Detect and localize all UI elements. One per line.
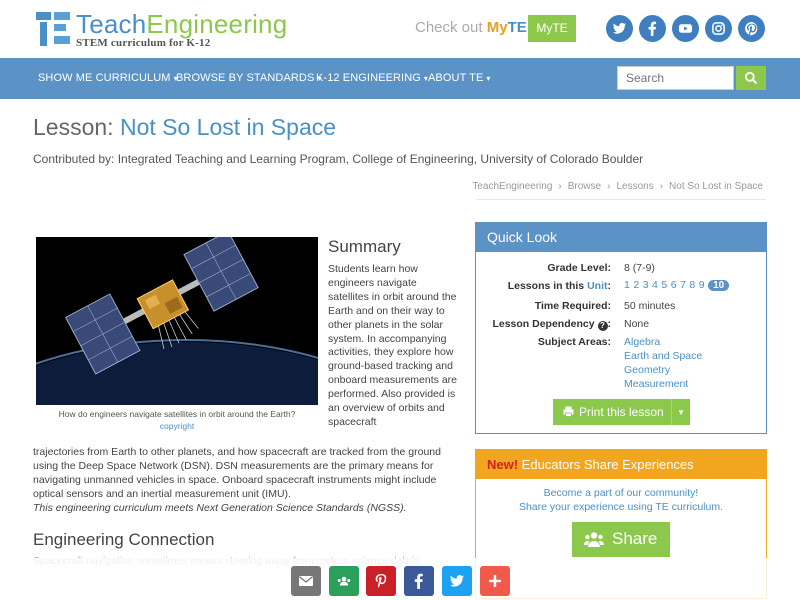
teachengineering-logo[interactable]: TeachEngineering STEM curriculum for K-1…: [36, 9, 296, 50]
instagram-icon[interactable]: [705, 15, 732, 42]
search-button[interactable]: [736, 66, 766, 90]
twitter-share-button[interactable]: [442, 566, 472, 596]
main-nav: SHOW ME CURRICULUM ▾ BROWSE BY STANDARDS ▾…: [0, 58, 800, 99]
te-logo-icon: [36, 12, 70, 46]
pinterest-share-button[interactable]: [366, 566, 396, 596]
grade-level-label: Grade Level:: [547, 262, 611, 274]
summary-heading: Summary: [328, 237, 401, 256]
twitter-icon[interactable]: [606, 15, 633, 42]
facebook-icon: [414, 573, 423, 589]
share-button[interactable]: Share: [572, 522, 670, 557]
pinterest-icon: [375, 574, 387, 588]
lesson-link-1[interactable]: 1: [624, 279, 630, 291]
site-header: TeachEngineering STEM curriculum for K-1…: [0, 0, 800, 58]
logo-wordmark: TeachEngineering: [76, 9, 288, 39]
subject-geometry[interactable]: Geometry: [624, 364, 670, 376]
nav-about-te[interactable]: ABOUT TE ▾: [428, 72, 491, 84]
search-icon: [744, 71, 758, 85]
chevron-down-icon: ▾: [486, 74, 491, 83]
nav-show-me-curriculum[interactable]: SHOW ME CURRICULUM ▾: [38, 72, 178, 84]
quick-look-heading: Quick Look: [476, 223, 766, 252]
unit-link[interactable]: Unit: [587, 280, 607, 292]
google-classroom-share-button[interactable]: [329, 566, 359, 596]
lesson-link-7[interactable]: 7: [680, 279, 686, 291]
page-title: Lesson: Not So Lost in Space: [33, 114, 337, 140]
print-lesson-label: Print this lesson: [579, 405, 664, 419]
current-lesson-badge: 10: [708, 280, 730, 291]
educators-share-heading: New! Educators Share Experiences: [476, 450, 766, 479]
grade-level-value: 8 (7-9): [624, 262, 655, 274]
subject-earth-and-space[interactable]: Earth and Space: [624, 350, 702, 362]
lesson-dependency-value: None: [624, 318, 650, 330]
checkout-myte-text: Check out MyTE: [415, 19, 527, 36]
breadcrumb-current: Not So Lost in Space: [669, 181, 763, 192]
breadcrumb-separator-icon: ›: [558, 181, 562, 192]
lesson-link-8[interactable]: 8: [689, 279, 695, 291]
subject-algebra[interactable]: Algebra: [624, 336, 660, 348]
quick-look-panel: Quick Look Grade Level: 8 (7-9) Lessons …: [475, 222, 767, 434]
time-required-label: Time Required:: [534, 300, 611, 312]
breadcrumb-separator-icon: ›: [659, 181, 664, 192]
share-invite-text: Become a part of our community! Share yo…: [518, 487, 724, 513]
facebook-icon[interactable]: [639, 15, 666, 42]
lesson-number-list: 1 2 3 4 5 6 7 8 9 10: [624, 279, 730, 291]
plus-icon: [489, 575, 501, 587]
youtube-icon[interactable]: [672, 15, 699, 42]
lesson-link-6[interactable]: 6: [671, 279, 677, 291]
logo-tagline: STEM curriculum for K-12: [76, 37, 211, 49]
summary-text-continued: trajectories from Earth to other planets…: [33, 446, 441, 500]
twitter-icon: [450, 575, 464, 587]
breadcrumb: TeachEngineering › Browse › Lessons › Not So L…: [472, 181, 763, 192]
satellite-photo[interactable]: [36, 237, 318, 405]
lesson-link-9[interactable]: 9: [699, 279, 705, 291]
google-classroom-icon: [337, 576, 351, 586]
pinterest-icon[interactable]: [738, 15, 765, 42]
print-lesson-button[interactable]: Print this lesson ▼: [553, 399, 690, 425]
lesson-link-5[interactable]: 5: [661, 279, 667, 291]
breadcrumb-separator-icon: ›: [607, 181, 611, 192]
subject-areas-label: Subject Areas:: [537, 336, 611, 348]
more-share-button[interactable]: [480, 566, 510, 596]
new-badge: New!: [487, 457, 519, 472]
subject-measurement[interactable]: Measurement: [624, 378, 688, 390]
lesson-link-2[interactable]: 2: [633, 279, 639, 291]
myte-button[interactable]: MyTE: [528, 15, 576, 42]
contributed-by: Contributed by: Integrated Teaching and …: [33, 152, 644, 166]
engineering-connection-heading: Engineering Connection: [33, 530, 215, 549]
time-required-value: 50 minutes: [624, 300, 676, 312]
summary-text: Students learn how engineers navigate sa…: [328, 263, 457, 428]
email-share-button[interactable]: [291, 566, 321, 596]
nav-k12-engineering[interactable]: K-12 ENGINEERING ▾: [316, 72, 428, 84]
email-icon: [299, 576, 313, 586]
image-caption: How do engineers navigate satellites in …: [58, 409, 296, 419]
breadcrumb-browse[interactable]: Browse: [568, 181, 601, 192]
lesson-dependency-label: Lesson Dependency ?:: [492, 318, 611, 331]
ngss-note: This engineering curriculum meets Next G…: [33, 502, 407, 514]
divider: [476, 199, 766, 200]
printer-icon: [563, 406, 574, 417]
breadcrumb-home[interactable]: TeachEngineering: [472, 181, 552, 192]
search-input[interactable]: [617, 66, 734, 90]
info-icon[interactable]: ?: [597, 321, 608, 331]
facebook-share-button[interactable]: [404, 566, 434, 596]
lessons-in-unit-label: Lessons in this Unit:: [507, 280, 611, 292]
breadcrumb-lessons[interactable]: Lessons: [616, 181, 653, 192]
share-button-label: Share: [612, 529, 658, 548]
bottom-share-bar: [0, 558, 800, 600]
lesson-link-3[interactable]: 3: [643, 279, 649, 291]
lesson-link-4[interactable]: 4: [652, 279, 658, 291]
users-icon: [584, 532, 604, 547]
nav-browse-by-standards[interactable]: BROWSE BY STANDARDS ▾: [176, 72, 322, 84]
dropdown-caret-icon[interactable]: ▼: [677, 408, 685, 417]
copyright-link[interactable]: copyright: [36, 421, 318, 431]
